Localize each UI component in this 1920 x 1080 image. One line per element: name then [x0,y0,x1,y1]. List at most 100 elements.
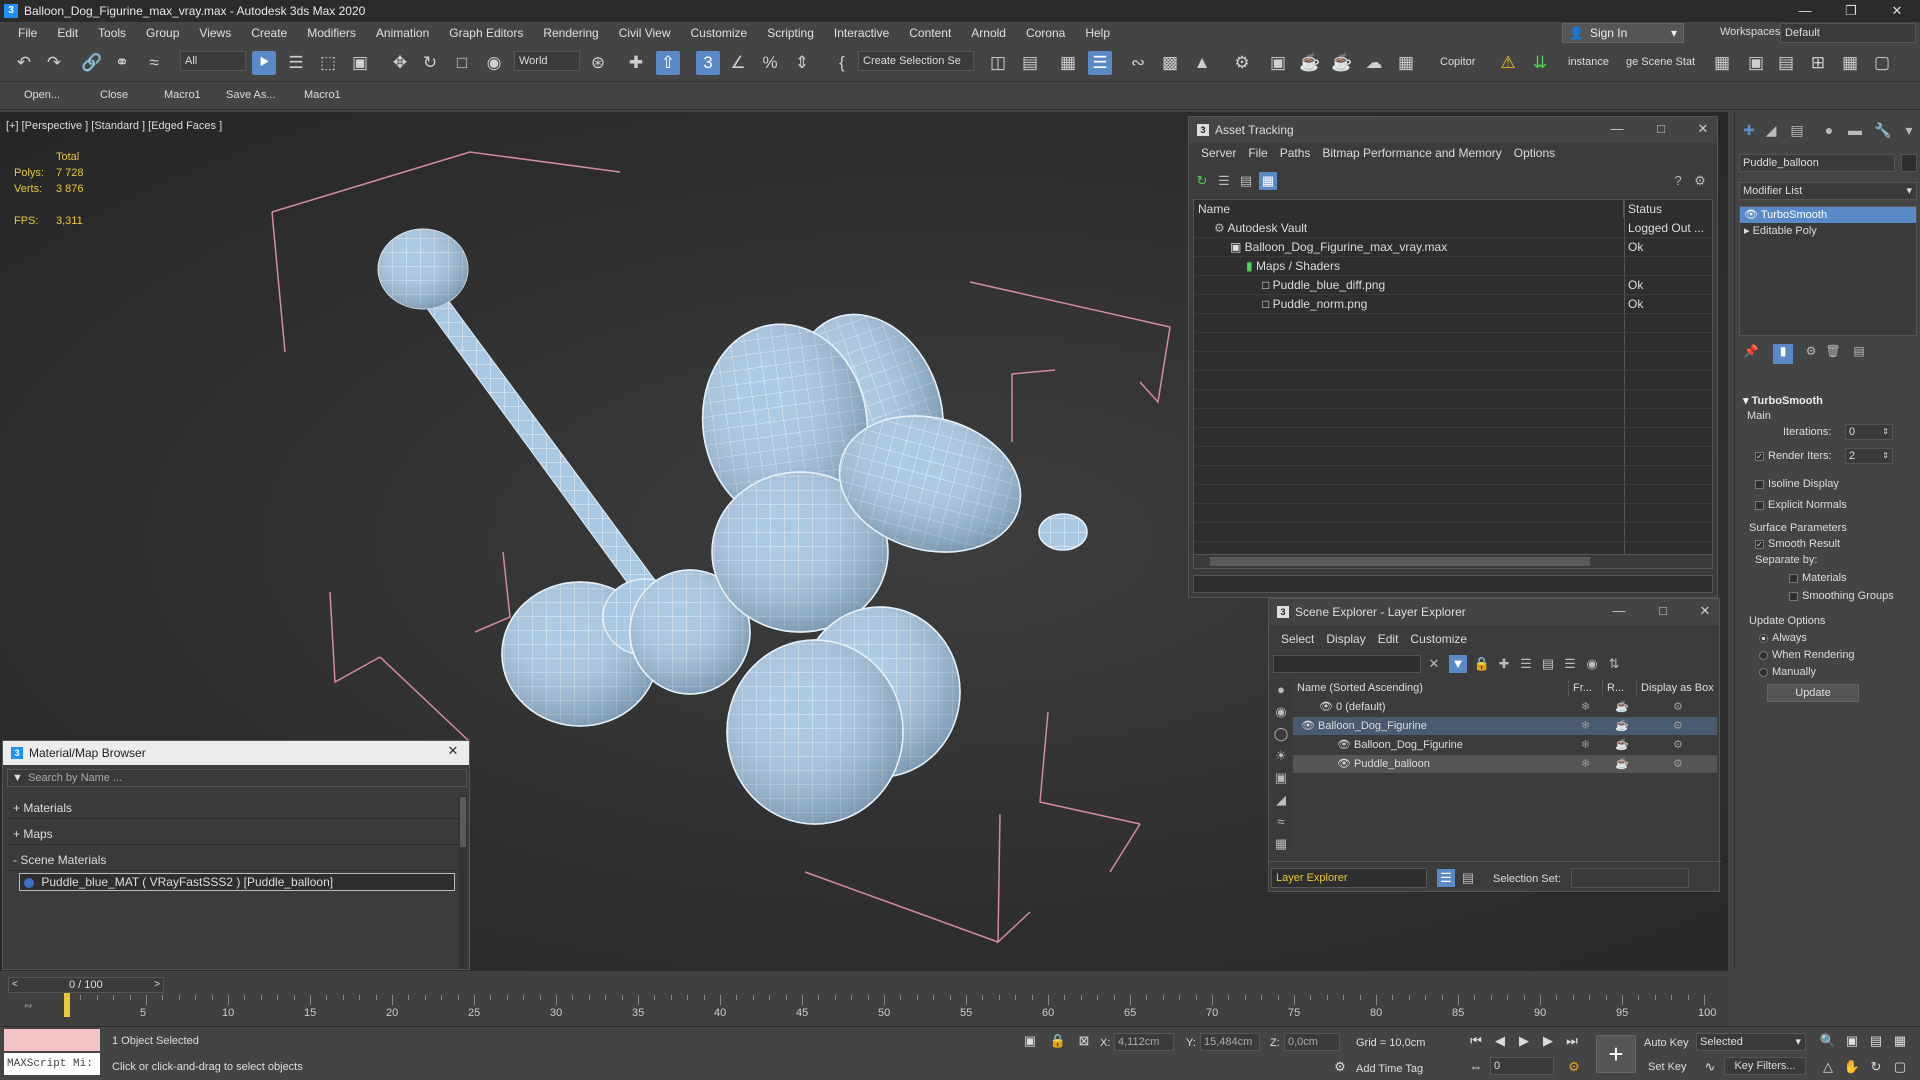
render-teapot-icon[interactable]: ☕ [1615,717,1629,736]
key-filters-button[interactable]: Key Filters... [1724,1057,1806,1075]
add-time-tag[interactable]: Add Time Tag [1356,1063,1423,1075]
always-row[interactable]: Always [1735,632,1920,644]
menu-corona[interactable]: Corona [1016,26,1075,40]
menu-arnold[interactable]: Arnold [961,26,1016,40]
scene-material-item[interactable]: Puddle_blue_MAT ( VRayFastSSS2 ) [Puddle… [19,873,455,891]
utilities-tab-icon[interactable]: 🔧 [1873,122,1893,142]
layer-row[interactable]: 👁 Balloon_Dog_Figurine ❄ ☕ ⚙ [1293,736,1717,755]
render-setup-icon[interactable]: ⚙ [1230,51,1254,75]
prev-frame-icon[interactable]: < [12,978,18,992]
display-groups-icon[interactable]: ▦ [1272,835,1290,853]
reference-coordinate-dropdown[interactable]: World [514,51,580,71]
visibility-eye-icon[interactable]: 👁 [1301,720,1318,732]
lock-layout-icon[interactable]: ▤ [1774,51,1798,75]
render-shortcut-icon[interactable]: ▦ [1394,51,1418,75]
isoline-checkbox[interactable] [1755,479,1764,489]
named-selection-dropdown[interactable]: Create Selection Se [858,51,974,71]
play-icon[interactable]: ▶ [1514,1031,1534,1051]
menu-create[interactable]: Create [241,26,297,40]
menu-display[interactable]: Display [1320,632,1371,646]
highlight-layer-icon[interactable]: ◉ [1583,655,1601,673]
materials-checkbox[interactable] [1789,573,1798,583]
rendered-frame-window-icon[interactable]: ▣ [1266,51,1290,75]
category-maps[interactable]: + Maps [7,823,463,845]
zoom-all-icon[interactable]: ▣ [1842,1031,1862,1051]
freeze-icon[interactable]: ❄ [1581,736,1590,755]
select-by-name-icon[interactable]: ☰ [284,51,308,75]
maximize-toggle-icon[interactable]: ▢ [1890,1057,1910,1077]
category-materials[interactable]: + Materials [7,797,463,819]
stack-item-turbosmooth[interactable]: 👁 TurboSmooth [1740,207,1916,223]
chevrons-down-icon[interactable]: ⇊ [1528,51,1552,75]
minimize-button[interactable]: — [1609,603,1629,621]
asset-row[interactable]: □ Puddle_norm.png Ok [1194,295,1712,314]
asset-row[interactable]: ▮ Maps / Shaders [1194,257,1712,276]
absolute-mode-icon[interactable]: ⊠ [1074,1031,1094,1051]
column-display-as-box[interactable]: Display as Box [1637,679,1717,697]
menu-rendering[interactable]: Rendering [533,26,608,40]
angle-snap-icon[interactable]: ∠ [726,51,750,75]
sync-icon[interactable]: ▤ [1459,869,1477,887]
when-rendering-row[interactable]: When Rendering [1735,649,1920,661]
when-rendering-radio[interactable] [1759,650,1768,660]
object-name-field[interactable]: Puddle_balloon [1739,154,1895,172]
pivot-center-icon[interactable]: ⊛ [586,51,610,75]
material-browser-titlebar[interactable]: 3 Material/Map Browser ✕ [3,741,469,765]
maximize-button[interactable]: □ [1653,603,1673,621]
render-teapot-icon[interactable]: ☕ [1615,698,1629,717]
render-iters-checkbox[interactable]: ✓ [1755,451,1764,461]
toggle-layer-explorer-icon[interactable]: ☰ [1088,51,1112,75]
scene-search-input[interactable] [1273,655,1421,673]
material-editor-icon[interactable]: ▲ [1190,51,1214,75]
move-icon[interactable]: ✥ [388,51,412,75]
manually-radio[interactable] [1759,667,1768,677]
render-production-icon[interactable]: ☕ [1298,51,1322,75]
column-name[interactable]: Name (Sorted Ascending) [1293,679,1569,697]
time-tag-icon[interactable]: ⚙ [1330,1057,1350,1077]
select-object-icon[interactable]: ⯈ [252,51,276,75]
menu-content[interactable]: Content [899,26,961,40]
macro-close[interactable]: Close [100,89,128,101]
menu-select[interactable]: Select [1275,632,1320,646]
smoothing-groups-row[interactable]: Smoothing Groups [1735,590,1920,602]
keyboard-shortcut-override-icon[interactable]: ⇧ [656,51,680,75]
redo-icon[interactable]: ↷ [42,51,66,75]
freeze-icon[interactable]: ❄ [1581,755,1590,774]
search-dropdown-icon[interactable]: ▼ [12,770,23,786]
explicit-normals-checkbox[interactable] [1755,500,1764,510]
explicit-normals-row[interactable]: Explicit Normals [1735,499,1920,511]
create-layer-icon[interactable]: ✚ [1495,655,1513,673]
maximize-button[interactable]: □ [1651,121,1671,139]
display-box-icon[interactable]: ⚙ [1673,736,1683,755]
remove-modifier-icon[interactable]: 🗑 [1823,344,1843,364]
layer-row[interactable]: 👁 Balloon_Dog_Figurine ❄ ☕ ⚙ [1293,717,1717,736]
spinner-arrows-icon[interactable]: ⇕ [1882,425,1889,439]
isolate-selection-icon[interactable]: ▣ [1020,1031,1040,1051]
go-to-end-icon[interactable]: ⏭ [1562,1031,1582,1051]
next-frame-icon[interactable]: > [154,978,160,992]
clear-search-icon[interactable]: ✕ [1425,655,1443,673]
close-button[interactable]: ✕ [443,743,463,761]
x-coordinate-field[interactable]: 4,112cm [1114,1033,1174,1051]
select-manipulate-icon[interactable]: ✚ [624,51,648,75]
material-search-input[interactable]: ▼ Search by Name ... [7,769,467,787]
zoom-extents-icon[interactable]: ▤ [1866,1031,1886,1051]
time-slider[interactable]: < 0 / 100 > [8,977,164,993]
asset-row[interactable]: ▣ Balloon_Dog_Figurine_max_vray.max Ok [1194,238,1712,257]
help-icon[interactable]: ? [1669,172,1687,190]
render-teapot-icon[interactable]: ☕ [1615,736,1629,755]
menu-civil-view[interactable]: Civil View [609,26,681,40]
current-frame-field[interactable]: 0 [1490,1057,1554,1075]
maxscript-listener-pink[interactable] [4,1029,100,1051]
layers-stack-icon[interactable]: ☰ [1561,655,1579,673]
menu-server[interactable]: Server [1195,146,1242,160]
explorer-type-dropdown[interactable]: Layer Explorer [1271,868,1427,888]
sign-in-dropdown[interactable]: 👤 Sign In ▾ [1562,23,1684,43]
eye-icon[interactable]: 👁 [1744,209,1761,221]
minimize-button[interactable]: — [1607,121,1627,139]
macro-save-as[interactable]: Save As... [226,89,276,101]
selection-filter-dropdown[interactable]: All [180,51,246,71]
layer-explorer-icon[interactable]: ☰ [1437,869,1455,887]
next-frame-icon[interactable]: ▶ [1538,1031,1558,1051]
scene-stat-label[interactable]: ge Scene Stat [1626,56,1695,68]
